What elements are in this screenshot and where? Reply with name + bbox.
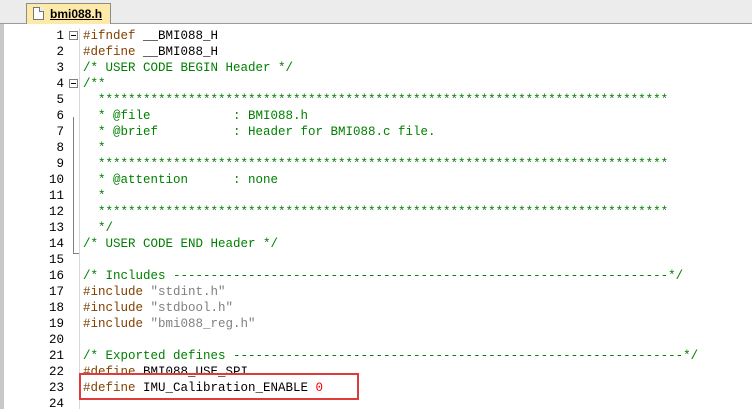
- line-number: 12: [48, 205, 64, 219]
- code-line[interactable]: 4 /**: [4, 76, 752, 92]
- code-token: /* Includes ----------------------------…: [83, 269, 684, 283]
- code-token: * @file : BMI088.h: [83, 109, 309, 123]
- line-number: 19: [48, 317, 64, 331]
- code-line[interactable]: 16 /* Includes --------------------------…: [4, 268, 752, 284]
- tab-label: bmi088.h: [50, 7, 103, 21]
- line-number: 11: [48, 189, 64, 203]
- code-line[interactable]: 15: [4, 252, 752, 268]
- line-number: 2: [56, 45, 64, 59]
- code-line[interactable]: 13 */: [4, 220, 752, 236]
- code-text: /* Includes ----------------------------…: [83, 268, 683, 284]
- file-icon: [33, 7, 44, 20]
- code-line[interactable]: 12 *************************************…: [4, 204, 752, 220]
- line-number: 4: [56, 77, 64, 91]
- code-token: /**: [83, 77, 106, 91]
- code-token: #include: [83, 317, 151, 331]
- line-number: 20: [48, 333, 64, 347]
- code-text: *: [83, 140, 106, 156]
- line-number: 5: [56, 93, 64, 107]
- code-text: /**: [83, 76, 106, 92]
- line-number: 22: [48, 365, 64, 379]
- code-line[interactable]: 17 #include "stdint.h": [4, 284, 752, 300]
- line-number: 7: [56, 125, 64, 139]
- code-line[interactable]: 7 * @brief : Header for BMI088.c file.: [4, 124, 752, 140]
- code-token: __BMI088_H: [143, 29, 219, 43]
- code-token: *: [83, 141, 106, 155]
- code-text: /* USER CODE END Header */: [83, 236, 278, 252]
- code-token: /* USER CODE BEGIN Header */: [83, 61, 294, 75]
- code-text: *: [83, 188, 106, 204]
- code-token: */: [83, 221, 114, 235]
- code-text: #define __BMI088_H: [83, 44, 218, 60]
- code-editor[interactable]: 1 #ifndef __BMI088_H 2 #define __BMI088_H 3 /…: [4, 28, 752, 411]
- code-token: "stdbool.h": [150, 301, 234, 315]
- code-token: "bmi088_reg.h": [150, 317, 256, 331]
- code-text: * @attention : none: [83, 172, 278, 188]
- tab-bar: bmi088.h: [0, 0, 752, 24]
- code-line[interactable]: 11 *: [4, 188, 752, 204]
- line-number: 24: [48, 397, 64, 411]
- code-line[interactable]: 6 * @file : BMI088.h: [4, 108, 752, 124]
- code-token: #define: [83, 45, 144, 59]
- code-line[interactable]: 10 * @attention : none: [4, 172, 752, 188]
- line-number: 8: [56, 141, 64, 155]
- code-text: /* Exported defines --------------------…: [83, 348, 698, 364]
- code-line[interactable]: 20: [4, 332, 752, 348]
- fold-collapse-icon[interactable]: [69, 79, 78, 88]
- code-text: #include "stdbool.h": [83, 300, 233, 316]
- line-number: 1: [56, 29, 64, 43]
- code-token: /* USER CODE END Header */: [83, 237, 279, 251]
- code-token: * @brief : Header for BMI088.c file.: [83, 125, 436, 139]
- code-text: #include "bmi088_reg.h": [83, 316, 256, 332]
- line-number: 6: [56, 109, 64, 123]
- tab-bmi088-h[interactable]: bmi088.h: [26, 3, 112, 24]
- code-token: * @attention : none: [83, 173, 279, 187]
- line-number: 13: [48, 221, 64, 235]
- code-text: * @brief : Header for BMI088.c file.: [83, 124, 436, 140]
- code-token: #include: [83, 301, 151, 315]
- code-text: ****************************************…: [83, 156, 668, 172]
- code-text: #ifndef __BMI088_H: [83, 28, 218, 44]
- code-line[interactable]: 3 /* USER CODE BEGIN Header */: [4, 60, 752, 76]
- code-text: ****************************************…: [83, 92, 668, 108]
- line-number: 23: [48, 381, 64, 395]
- code-line[interactable]: 18 #include "stdbool.h": [4, 300, 752, 316]
- code-line[interactable]: 14 /* USER CODE END Header */: [4, 236, 752, 252]
- line-number: 14: [48, 237, 64, 251]
- code-token: __BMI088_H: [143, 45, 219, 59]
- code-token: "stdint.h": [150, 285, 226, 299]
- line-number: 15: [48, 253, 64, 267]
- code-line[interactable]: 8 *: [4, 140, 752, 156]
- code-token: ****************************************…: [83, 205, 669, 219]
- line-number: 21: [48, 349, 64, 363]
- code-token: ****************************************…: [83, 93, 669, 107]
- code-text: #include "stdint.h": [83, 284, 226, 300]
- code-line[interactable]: 5 **************************************…: [4, 92, 752, 108]
- line-number: 16: [48, 269, 64, 283]
- code-text: */: [83, 220, 113, 236]
- code-token: ****************************************…: [83, 157, 669, 171]
- code-token: #include: [83, 285, 151, 299]
- code-line[interactable]: 2 #define __BMI088_H: [4, 44, 752, 60]
- fold-collapse-icon[interactable]: [69, 31, 78, 40]
- highlight-box: [79, 373, 359, 400]
- line-number: 3: [56, 61, 64, 75]
- code-text: * @file : BMI088.h: [83, 108, 308, 124]
- code-line[interactable]: 1 #ifndef __BMI088_H: [4, 28, 752, 44]
- line-number: 18: [48, 301, 64, 315]
- line-number: 10: [48, 173, 64, 187]
- line-number: 17: [48, 285, 64, 299]
- code-line[interactable]: 19 #include "bmi088_reg.h": [4, 316, 752, 332]
- code-line[interactable]: 9 **************************************…: [4, 156, 752, 172]
- code-token: /* Exported defines --------------------…: [83, 349, 699, 363]
- line-number: 9: [56, 157, 64, 171]
- code-text: ****************************************…: [83, 204, 668, 220]
- code-line[interactable]: 21 /* Exported defines ------------------…: [4, 348, 752, 364]
- code-token: #ifndef: [83, 29, 144, 43]
- code-token: *: [83, 189, 106, 203]
- code-text: /* USER CODE BEGIN Header */: [83, 60, 293, 76]
